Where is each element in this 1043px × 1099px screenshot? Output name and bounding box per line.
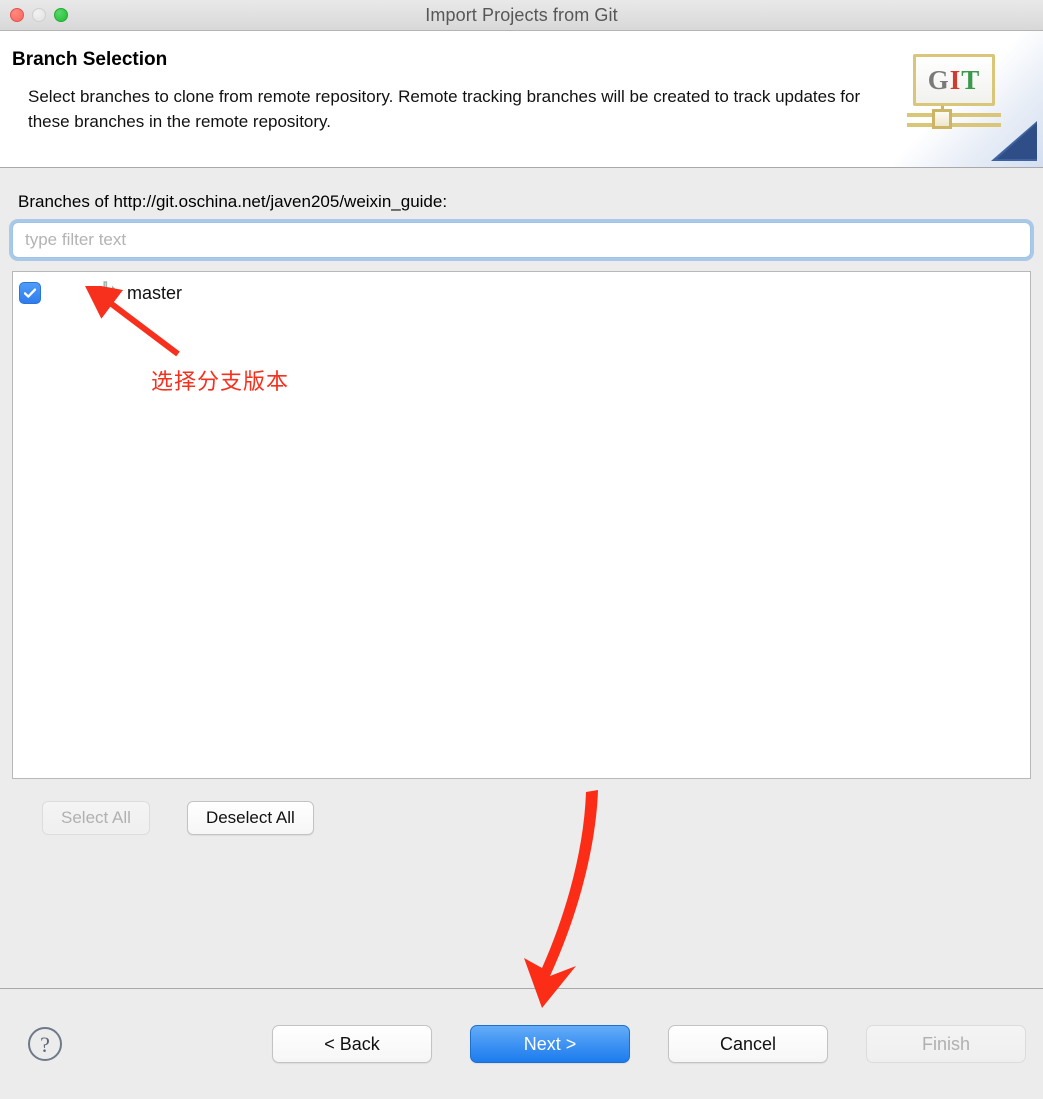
git-logo-base-bottom (907, 123, 1001, 127)
git-logo-board: GIT (913, 54, 995, 106)
window-controls (10, 8, 68, 22)
banner-triangle-icon (991, 121, 1037, 161)
branch-list[interactable]: master 选择分支版本 (12, 271, 1031, 779)
git-branch-icon (92, 281, 118, 304)
svg-text:?: ? (40, 1032, 50, 1057)
git-banner-icon: GIT (895, 31, 1043, 167)
branches-label: Branches of http://git.oschina.net/javen… (18, 192, 448, 211)
back-button[interactable]: < Back (272, 1025, 432, 1063)
branch-list-item[interactable]: master (13, 276, 1030, 310)
filter-input[interactable] (12, 222, 1031, 258)
finish-button[interactable]: Finish (866, 1025, 1026, 1063)
zoom-button[interactable] (54, 8, 68, 22)
git-letter-t: T (961, 64, 981, 95)
git-logo-box (932, 109, 952, 129)
cancel-button[interactable]: Cancel (668, 1025, 828, 1063)
dialog-window: Import Projects from Git Branch Selectio… (0, 0, 1043, 1099)
close-button[interactable] (10, 8, 24, 22)
dialog-body: Branches of http://git.oschina.net/javen… (0, 168, 1043, 988)
select-buttons-row: Select All Deselect All (12, 779, 1031, 835)
filter-field-wrapper (12, 222, 1031, 258)
check-icon (23, 288, 37, 298)
dialog-footer: ? < Back Next > Cancel Finish (0, 988, 1043, 1099)
wizard-buttons: < Back Next > Cancel Finish (272, 1025, 1026, 1063)
page-description: Select branches to clone from remote rep… (28, 87, 861, 131)
git-logo-base-top (907, 113, 1001, 117)
minimize-button[interactable] (32, 8, 46, 22)
title-bar: Import Projects from Git (0, 0, 1043, 31)
next-button[interactable]: Next > (470, 1025, 630, 1063)
git-letter-i: I (949, 64, 962, 95)
branch-name: master (127, 282, 183, 303)
git-letter-g: G (927, 64, 950, 95)
dialog-header: Branch Selection Select branches to clon… (0, 31, 1043, 168)
select-all-button[interactable]: Select All (42, 801, 150, 835)
window-title: Import Projects from Git (425, 4, 618, 25)
branch-checkbox[interactable] (19, 282, 41, 304)
page-title: Branch Selection (12, 49, 168, 70)
annotation-text: 选择分支版本 (151, 369, 290, 394)
deselect-all-button[interactable]: Deselect All (186, 801, 314, 835)
help-question-icon[interactable]: ? (26, 1025, 64, 1063)
